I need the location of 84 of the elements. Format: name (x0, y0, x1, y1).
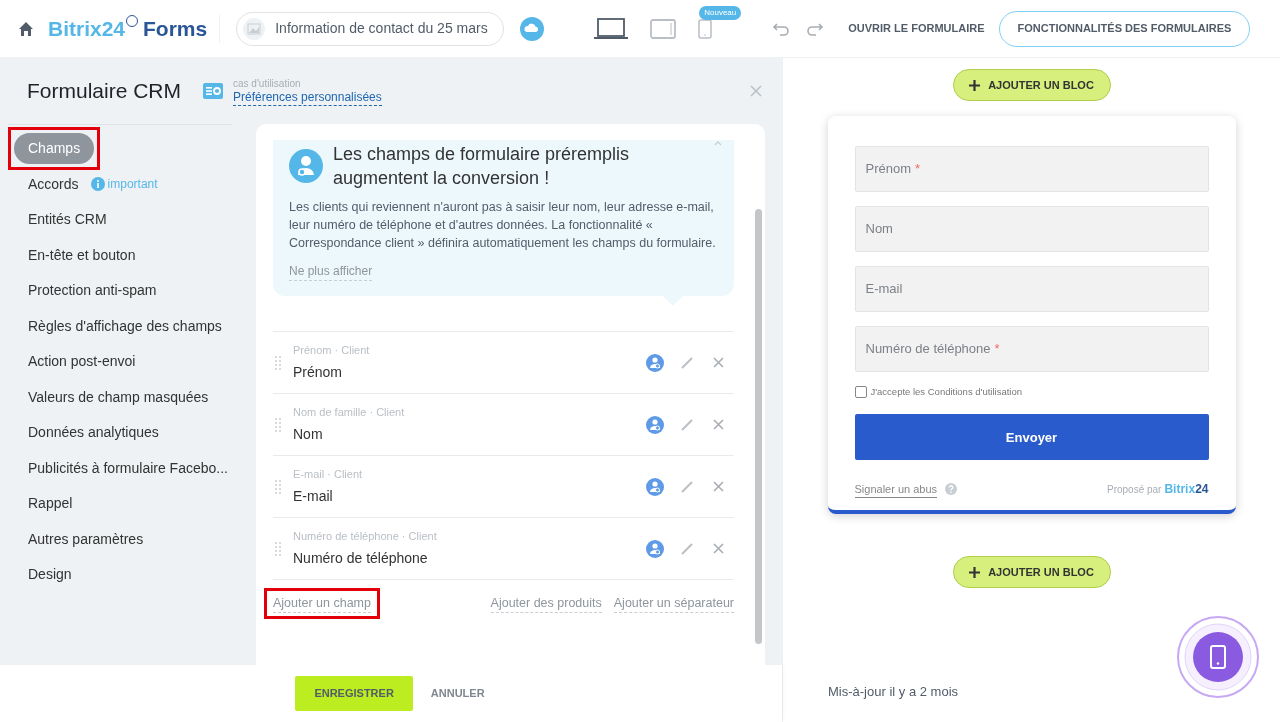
drag-handle-icon[interactable] (275, 355, 281, 370)
field-label: Nom (293, 425, 324, 445)
close-icon[interactable] (750, 85, 762, 97)
brand-logo: Bitrix24 (1164, 481, 1209, 499)
sidebar-item[interactable]: Action post-envoi (28, 351, 136, 373)
field-label: E-mail (293, 487, 334, 507)
help-icon[interactable] (945, 483, 958, 496)
field-label: Numéro de téléphone (293, 549, 429, 569)
field-row[interactable]: E-mail · Client E-mail (273, 456, 734, 518)
new-badge: Nouveau (699, 5, 742, 20)
remove-icon[interactable] (713, 481, 724, 492)
drag-handle-icon[interactable] (275, 541, 281, 556)
edit-icon[interactable] (680, 355, 694, 370)
phone-icon[interactable] (698, 18, 713, 39)
field-source: Prénom · Client (293, 342, 371, 358)
collapse-icon[interactable] (714, 140, 722, 146)
hint-label: important (107, 176, 158, 194)
use-case-link[interactable]: Préférences personnalisées (233, 90, 382, 107)
cancel-button[interactable]: ANNULER (428, 685, 487, 702)
edit-icon[interactable] (680, 541, 694, 556)
phone-preview-icon[interactable] (1177, 616, 1259, 698)
remove-icon[interactable] (713, 357, 724, 368)
sidebar-item[interactable]: Accords (28, 173, 79, 195)
sidebar-item[interactable]: Données analytiques (28, 422, 159, 444)
user-match-icon[interactable] (646, 415, 664, 434)
sidebar-item[interactable]: Protection anti-spam (28, 280, 157, 302)
submit-button[interactable]: Envoyer (854, 414, 1209, 461)
plus-icon (969, 79, 981, 91)
user-match-icon[interactable] (646, 539, 664, 558)
tablet-icon[interactable] (650, 18, 677, 39)
drag-handle-icon[interactable] (275, 479, 281, 494)
cloud-icon[interactable] (520, 16, 545, 41)
plus-icon (969, 566, 981, 578)
scrollbar[interactable] (755, 209, 762, 644)
add-block-button[interactable]: AJOUTER UN BLOC (952, 69, 1111, 101)
redo-icon[interactable] (806, 21, 825, 36)
consent-checkbox[interactable] (854, 386, 867, 399)
info-icon (90, 177, 105, 192)
field-row[interactable]: Nom de famille · Client Nom (273, 394, 734, 456)
consent-label: J'accepte les Conditions d'utilisation (870, 385, 1022, 399)
form-input[interactable]: Prénom * (854, 146, 1209, 192)
laptop-icon[interactable] (594, 17, 629, 40)
field-row[interactable]: Prénom · Client Prénom (273, 332, 734, 394)
form-input[interactable]: E-mail (854, 266, 1209, 312)
add-block-button[interactable]: AJOUTER UN BLOC (952, 556, 1111, 589)
remove-icon[interactable] (713, 419, 724, 430)
user-search-icon (289, 149, 323, 183)
tip-text: Les clients qui reviennent n'auront pas à saisir leur nom, leur adresse e-mail, leur numéro de téléphone et d'autres données. La fonctionnalité « Correspondance client » définira automatiquement les champs du formulaire. (289, 199, 717, 252)
sidebar-item[interactable]: Design (28, 564, 72, 586)
field-row[interactable]: Numéro de téléphone · Client Numéro de téléphone (273, 518, 734, 580)
required-mark: * (915, 160, 921, 179)
field-label: Prénom (293, 363, 344, 383)
form-input[interactable]: Numéro de téléphone * (854, 326, 1209, 372)
sidebar-item[interactable]: Autres paramètres (28, 528, 144, 550)
powered-by-label: Proposé par (1106, 482, 1162, 497)
field-source: Numéro de téléphone · Client (293, 528, 438, 544)
sidebar-item[interactable]: Publicités à formulaire Facebo... (28, 457, 228, 479)
report-abuse-link[interactable]: Signaler un abus (854, 480, 938, 498)
field-source: E-mail · Client (293, 466, 364, 482)
drag-handle-icon[interactable] (275, 417, 281, 432)
tip-title: Les champs de formulaire préremplis augmentent la conversion ! (333, 143, 631, 190)
save-button[interactable]: ENREGISTRER (295, 676, 413, 711)
user-match-icon[interactable] (646, 477, 664, 496)
updated-label: Mis-à-jour il y a 2 mois (828, 682, 959, 701)
home-icon[interactable] (18, 20, 34, 37)
image-icon (243, 17, 266, 40)
sidebar-item[interactable]: Règles d'affichage des champs (28, 315, 222, 337)
undo-icon[interactable] (772, 21, 791, 36)
settings-title: Formulaire CRM (27, 78, 181, 105)
open-form-button[interactable]: OUVRIR LE FORMULAIRE (840, 14, 993, 43)
edit-icon[interactable] (680, 417, 694, 432)
user-match-icon[interactable] (646, 353, 664, 372)
field-source: Nom de famille · Client (293, 404, 406, 420)
remove-icon[interactable] (713, 543, 724, 554)
sidebar-item[interactable]: En-tête et bouton (28, 244, 136, 266)
sidebar-item[interactable]: Entités CRM (28, 209, 107, 231)
use-case-label: cas d'utilisation (233, 77, 302, 91)
edit-icon[interactable] (680, 479, 694, 494)
settings-list-icon (203, 83, 223, 99)
form-input[interactable]: Nom (854, 206, 1209, 252)
app-logo[interactable]: Bitrix24 Forms (48, 12, 208, 45)
sidebar-item[interactable]: Rappel (28, 493, 73, 515)
required-mark: * (994, 340, 1000, 359)
sidebar-item[interactable]: Valeurs de champ masquées (28, 386, 209, 408)
